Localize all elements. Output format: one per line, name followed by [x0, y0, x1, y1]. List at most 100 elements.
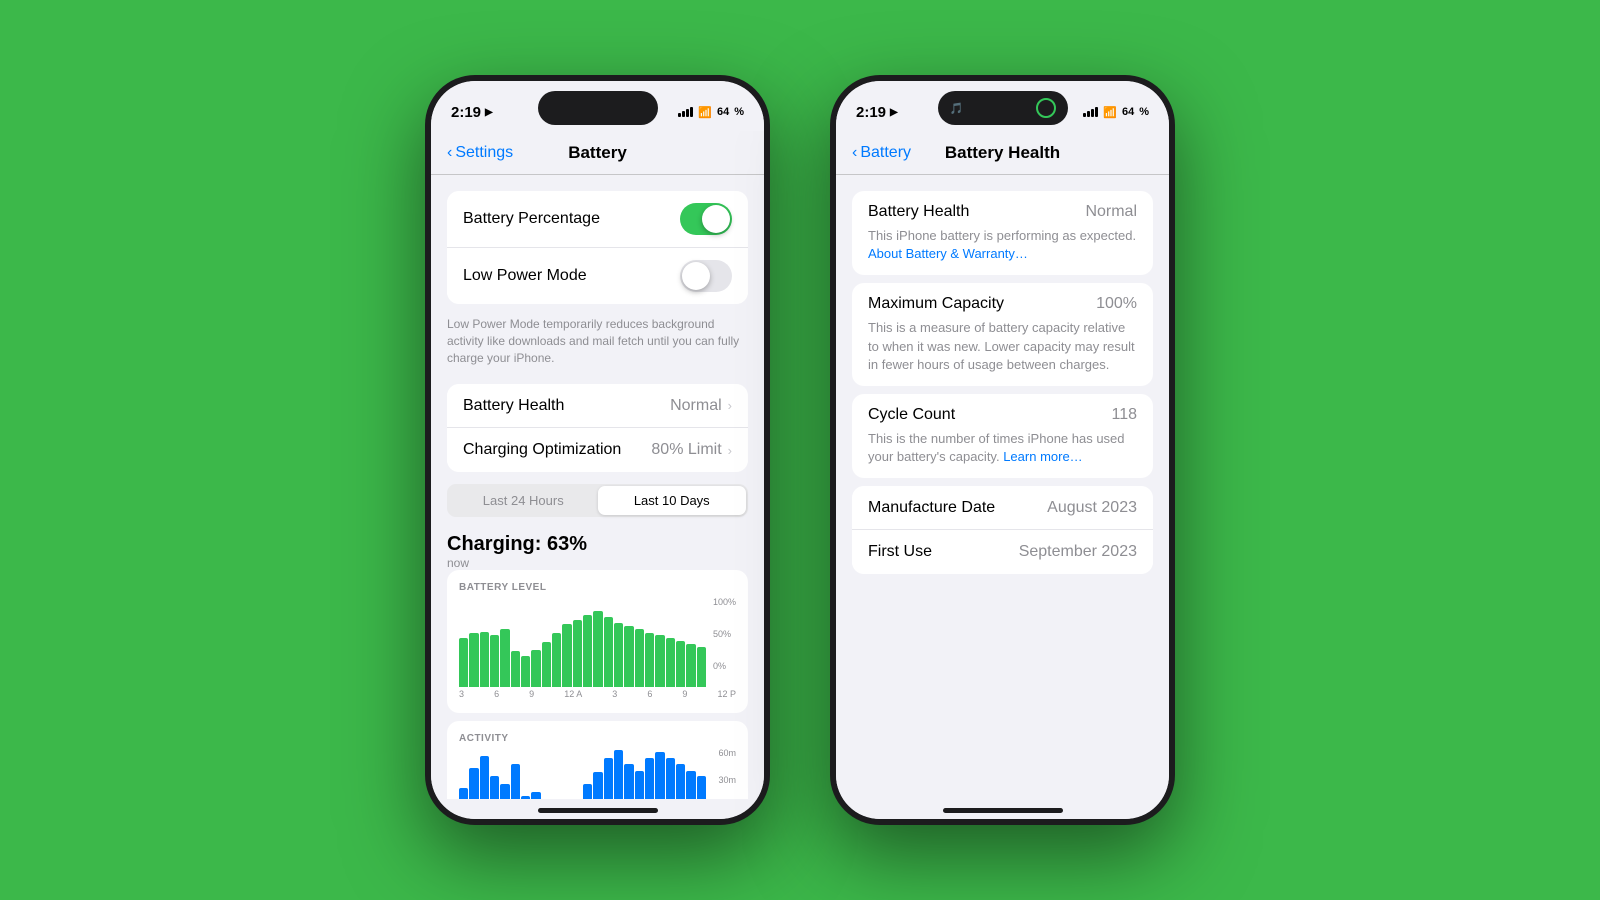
battery-percentage-label: Battery Percentage: [463, 210, 600, 228]
status-time-2: 2:19 ▶: [856, 104, 898, 121]
y-labels-battery: 100% 50% 0%: [713, 597, 736, 671]
charging-opt-row[interactable]: Charging Optimization 80% Limit ›: [447, 428, 748, 472]
cc-desc: This is the number of times iPhone has u…: [868, 430, 1137, 466]
cc-link[interactable]: Learn more…: [1003, 449, 1082, 464]
charging-opt-value: 80% Limit ›: [651, 441, 732, 459]
nav-bar-2: ‹ Battery Battery Health: [836, 131, 1169, 175]
bar-21: [666, 638, 675, 688]
max-capacity-row: Maximum Capacity 100% This is a measure …: [852, 283, 1153, 386]
back-button-2[interactable]: ‹ Battery: [852, 144, 911, 162]
chevron-opt: ›: [728, 443, 732, 458]
content-2[interactable]: Battery Health Normal This iPhone batter…: [836, 175, 1169, 799]
act-bar-18: [635, 771, 644, 799]
bar-18: [635, 629, 644, 688]
toggles-section: Battery Percentage Low Power Mode: [447, 191, 748, 304]
nav-title-1: Battery: [568, 143, 627, 163]
low-power-desc: Low Power Mode temporarily reduces backg…: [431, 312, 764, 376]
act-bar-20: [655, 752, 664, 799]
tab-last-10d[interactable]: Last 10 Days: [598, 486, 747, 515]
battery-chart-section: BATTERY LEVEL: [447, 570, 748, 713]
tab-last-24h[interactable]: Last 24 Hours: [449, 486, 598, 515]
nav-title-2: Battery Health: [945, 143, 1060, 163]
signal-bars-2: [1083, 107, 1098, 117]
status-time-1: 2:19 ▶: [451, 104, 493, 121]
bh-value: Normal: [1085, 203, 1137, 221]
back-button-1[interactable]: ‹ Settings: [447, 144, 513, 162]
bar-15: [604, 617, 613, 687]
act-bar-21: [666, 758, 675, 799]
battery-label-2: 64: [1122, 106, 1134, 118]
time-1: 2:19: [451, 104, 481, 121]
signal-bar-4: [690, 107, 693, 117]
dynamic-island-1: [538, 91, 658, 125]
act-bar-17: [624, 764, 633, 799]
bar-9: [542, 642, 551, 687]
y-60m: 60m: [718, 748, 736, 758]
battery-bars: [459, 597, 736, 687]
act-bar-16: [614, 750, 623, 799]
bar-13: [583, 615, 592, 687]
battery-health-row[interactable]: Battery Health Normal ›: [447, 384, 748, 428]
bar-11: [562, 624, 571, 687]
mfg-date-value: August 2023: [1047, 499, 1137, 517]
tab-selector: Last 24 Hours Last 10 Days: [447, 484, 748, 517]
mc-value: 100%: [1096, 295, 1137, 313]
dates-section: Manufacture Date August 2023 First Use S…: [852, 486, 1153, 574]
health-section: Battery Health Normal › Charging Optimiz…: [447, 384, 748, 472]
sb-2: [1087, 111, 1090, 117]
charging-info: Charging: 63% now: [431, 529, 764, 570]
act-bar-24: [697, 776, 706, 799]
y-label-100: 100%: [713, 597, 736, 607]
first-use-row: First Use September 2023: [852, 530, 1153, 574]
low-power-toggle[interactable]: [680, 260, 732, 292]
x-6pm: 6: [647, 689, 652, 699]
x-9am: 9: [529, 689, 534, 699]
home-indicator-2: [836, 799, 1169, 819]
act-bar-19: [645, 758, 654, 799]
y-30m: 30m: [718, 775, 736, 785]
back-chevron-1: ‹: [447, 144, 452, 162]
act-bar-23: [686, 771, 695, 799]
bar-16: [614, 623, 623, 688]
bar-14: [593, 611, 602, 688]
phones-container: 2:19 ▶ 📶 64% ‹: [425, 75, 1175, 825]
charging-sub: now: [447, 556, 748, 570]
act-bar-7: [521, 796, 530, 799]
bh-title: Battery Health: [868, 203, 969, 221]
status-icons-2: 📶 64%: [1083, 106, 1149, 119]
y-labels-activity: 60m 30m 0m: [718, 748, 736, 799]
activity-chart-section: ACTIVITY: [447, 721, 748, 799]
max-capacity-section: Maximum Capacity 100% This is a measure …: [852, 283, 1153, 386]
bar-6: [511, 651, 520, 687]
cycle-count-section: Cycle Count 118 This is the number of ti…: [852, 394, 1153, 478]
location-icon-1: ▶: [485, 107, 493, 118]
home-bar-1: [538, 808, 658, 813]
act-bar-14: [593, 772, 602, 799]
manufacture-date-row: Manufacture Date August 2023: [852, 486, 1153, 530]
bar-20: [655, 635, 664, 687]
bar-23: [686, 644, 695, 687]
activity-bars: [459, 748, 736, 799]
back-label-2[interactable]: Battery: [860, 144, 911, 162]
cc-title: Cycle Count: [868, 406, 955, 424]
battery-chart-label: BATTERY LEVEL: [459, 582, 736, 593]
time-2: 2:19: [856, 104, 886, 121]
bar-4: [490, 635, 499, 687]
content-1[interactable]: Battery Percentage Low Power Mode Low Po…: [431, 175, 764, 799]
bar-10: [552, 633, 561, 687]
bar-5: [500, 629, 509, 688]
cc-value: 118: [1111, 406, 1137, 424]
act-bar-2: [469, 768, 478, 799]
signal-bar-1: [678, 113, 681, 117]
nav-bar-1: ‹ Settings Battery: [431, 131, 764, 175]
signal-bars-1: [678, 107, 693, 117]
x-9pm: 9: [682, 689, 687, 699]
back-label-1[interactable]: Settings: [455, 144, 513, 162]
bh-link[interactable]: About Battery & Warranty…: [868, 246, 1028, 261]
back-chevron-2: ‹: [852, 144, 857, 162]
charging-title: Charging: 63%: [447, 533, 748, 556]
location-icon-2: ▶: [890, 107, 898, 118]
sb-1: [1083, 113, 1086, 117]
battery-percentage-toggle[interactable]: [680, 203, 732, 235]
status-bar-2: 2:19 ▶ 🎵 📶 64%: [836, 81, 1169, 131]
